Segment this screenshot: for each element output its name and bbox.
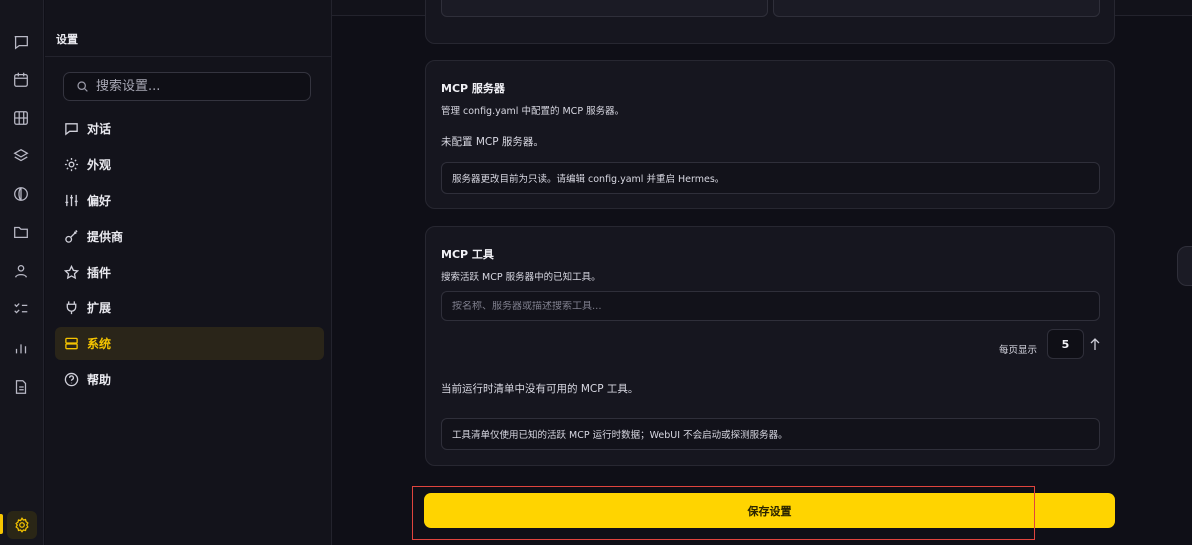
mcp-servers-title: MCP 服务器 [441, 82, 505, 95]
mcp-tools-empty: 当前运行时清单中没有可用的 MCP 工具。 [441, 383, 639, 395]
sidebar-item-plugins[interactable]: 插件 [55, 256, 324, 289]
server-icon [63, 336, 79, 352]
mcp-tools-card: MCP 工具 搜索活跃 MCP 服务器中的已知工具。 每页显示 5 当前运行时清… [425, 226, 1115, 466]
tool-search[interactable] [441, 291, 1100, 321]
settings-search-input[interactable] [96, 79, 296, 94]
user-icon[interactable] [11, 261, 31, 281]
search-icon [77, 81, 88, 92]
sidebar-item-extensions[interactable]: 扩展 [55, 291, 324, 324]
sidebar-item-system[interactable]: 系统 [55, 327, 324, 360]
sidebar-title: 设置 [56, 33, 78, 46]
sliders-icon [63, 193, 79, 209]
settings-sidebar: 设置 对话 外观 偏好 提供商 插件 扩展 系统 帮助 [45, 0, 332, 545]
panel-toggle-handle[interactable] [1177, 246, 1192, 286]
sidebar-item-label: 帮助 [87, 373, 112, 387]
plug-icon [63, 300, 79, 316]
chat-icon[interactable] [11, 32, 31, 52]
key-icon [63, 229, 79, 245]
divider [45, 56, 332, 57]
folder-icon[interactable] [11, 222, 31, 242]
per-page-label: 每页显示 [999, 345, 1038, 356]
mcp-tools-title: MCP 工具 [441, 248, 494, 261]
sidebar-item-label: 提供商 [87, 230, 124, 244]
calendar-icon[interactable] [11, 70, 31, 90]
bar-chart-icon[interactable] [11, 338, 31, 358]
settings-search[interactable] [63, 72, 311, 101]
icon-rail [0, 0, 44, 545]
sidebar-item-chat[interactable]: 对话 [55, 112, 324, 145]
globe-icon[interactable] [11, 184, 31, 204]
sidebar-item-label: 对话 [87, 122, 112, 136]
document-icon[interactable] [11, 377, 31, 397]
sidebar-item-label: 偏好 [87, 194, 112, 208]
previous-card [425, 0, 1115, 44]
previous-card-button[interactable] [441, 0, 768, 17]
sidebar-item-label: 扩展 [87, 301, 112, 315]
mcp-servers-subtitle: 管理 config.yaml 中配置的 MCP 服务器。 [441, 106, 625, 117]
sidebar-item-preferences[interactable]: 偏好 [55, 184, 324, 217]
sidebar-item-label: 系统 [87, 337, 112, 351]
help-icon [63, 372, 79, 388]
sun-icon [63, 157, 79, 173]
chat-icon [63, 121, 79, 137]
sidebar-item-help[interactable]: 帮助 [55, 363, 324, 396]
checklist-icon[interactable] [11, 299, 31, 319]
arrow-up-icon[interactable] [1089, 336, 1101, 352]
star-icon [63, 265, 79, 281]
sidebar-item-providers[interactable]: 提供商 [55, 220, 324, 253]
grid-icon[interactable] [11, 108, 31, 128]
tool-search-input[interactable] [452, 300, 1082, 312]
sidebar-item-label: 插件 [87, 266, 112, 280]
active-indicator [0, 514, 3, 534]
layers-icon[interactable] [11, 146, 31, 166]
mcp-tools-subtitle: 搜索活跃 MCP 服务器中的已知工具。 [441, 272, 601, 283]
mcp-servers-card: MCP 服务器 管理 config.yaml 中配置的 MCP 服务器。 未配置… [425, 60, 1115, 209]
gear-icon[interactable] [7, 511, 37, 539]
previous-card-button[interactable] [773, 0, 1100, 17]
mcp-servers-note: 服务器更改目前为只读。请编辑 config.yaml 并重启 Hermes。 [441, 162, 1100, 194]
mcp-servers-empty: 未配置 MCP 服务器。 [441, 136, 544, 148]
save-settings-button[interactable]: 保存设置 [424, 493, 1115, 528]
mcp-tools-note: 工具清单仅使用已知的活跃 MCP 运行时数据；WebUI 不会启动或探测服务器。 [441, 418, 1100, 450]
per-page-input[interactable]: 5 [1047, 329, 1084, 359]
sidebar-item-label: 外观 [87, 158, 112, 172]
sidebar-item-appearance[interactable]: 外观 [55, 148, 324, 181]
